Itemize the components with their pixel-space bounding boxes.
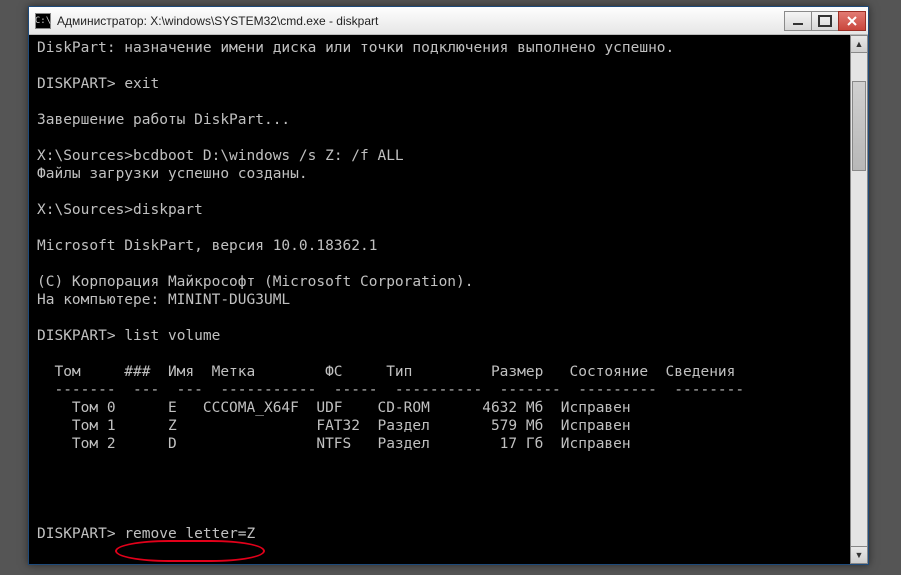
prompt: DISKPART>: [37, 76, 124, 92]
command-text: diskpart: [133, 202, 203, 218]
prompt: X:\Sources>: [37, 148, 133, 164]
cmd-icon: C:\: [35, 13, 51, 29]
output-line: DiskPart: назначение имени диска или точ…: [37, 40, 674, 56]
close-button[interactable]: [838, 11, 866, 31]
vertical-scrollbar[interactable]: ▲ ▼: [850, 35, 868, 564]
scroll-track[interactable]: [850, 53, 868, 546]
table-row: Том 0 E CCCOMA_X64F UDF CD-ROM 4632 Мб И…: [37, 400, 631, 416]
output-line: Microsoft DiskPart, версия 10.0.18362.1: [37, 238, 377, 254]
titlebar[interactable]: C:\ Администратор: X:\windows\SYSTEM32\c…: [29, 7, 868, 35]
command-text: remove letter=Z: [124, 526, 255, 542]
console-area: DiskPart: назначение имени диска или точ…: [29, 35, 868, 564]
prompt: DISKPART>: [37, 526, 124, 542]
table-row: Том 1 Z FAT32 Раздел 579 Мб Исправен: [37, 418, 631, 434]
window-title: Администратор: X:\windows\SYSTEM32\cmd.e…: [57, 14, 785, 28]
minimize-button[interactable]: [784, 11, 812, 31]
maximize-button[interactable]: [811, 11, 839, 31]
cmd-window: C:\ Администратор: X:\windows\SYSTEM32\c…: [28, 6, 869, 565]
scroll-down-button[interactable]: ▼: [850, 546, 868, 564]
prompt: DISKPART>: [37, 328, 124, 344]
chevron-up-icon: ▲: [855, 39, 864, 49]
scroll-up-button[interactable]: ▲: [850, 35, 868, 53]
table-header: Том ### Имя Метка ФС Тип Размер Состояни…: [37, 364, 735, 380]
close-icon: [846, 15, 858, 27]
scroll-thumb[interactable]: [852, 81, 866, 171]
table-divider: ------- --- --- ----------- ----- ------…: [37, 382, 744, 398]
chevron-down-icon: ▼: [855, 550, 864, 560]
window-buttons: [785, 11, 866, 31]
console-output[interactable]: DiskPart: назначение имени диска или точ…: [29, 35, 850, 564]
table-row: Том 2 D NTFS Раздел 17 Гб Исправен: [37, 436, 631, 452]
command-text: bcdboot D:\windows /s Z: /f ALL: [133, 148, 404, 164]
output-line: Файлы загрузки успешно созданы.: [37, 166, 308, 182]
command-text: exit: [124, 76, 159, 92]
prompt: X:\Sources>: [37, 202, 133, 218]
output-line: На компьютере: MININT-DUG3UML: [37, 292, 290, 308]
command-text: list volume: [124, 328, 220, 344]
output-line: (C) Корпорация Майкрософт (Microsoft Cor…: [37, 274, 474, 290]
output-line: Завершение работы DiskPart...: [37, 112, 290, 128]
